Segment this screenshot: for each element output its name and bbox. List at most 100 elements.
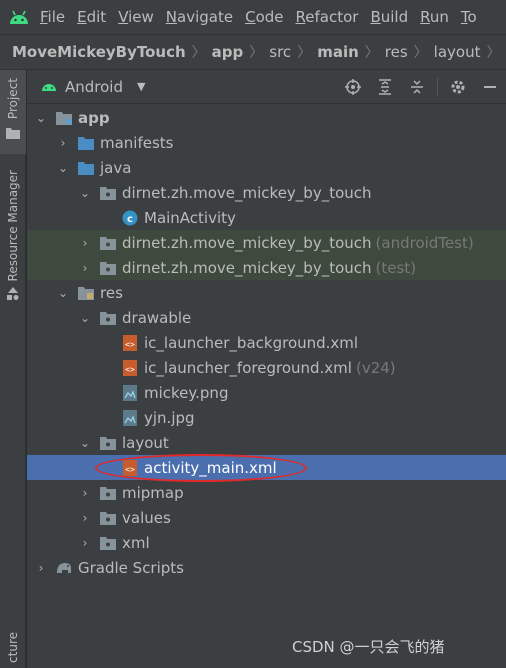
breadcrumb-layout[interactable]: layout — [434, 43, 481, 61]
tree-node-ic-launcher-background[interactable]: <> ic_launcher_background.xml — [27, 330, 506, 355]
menu-code[interactable]: Code — [239, 8, 289, 26]
tree-label: yjn.jpg — [144, 408, 195, 427]
panel-toolbar — [337, 70, 506, 104]
chevron-right-icon[interactable]: › — [77, 486, 93, 500]
resource-manager-tool-tab[interactable]: Resource Manager — [0, 170, 26, 310]
tree-label: xml — [122, 533, 150, 552]
xml-file-icon: <> — [121, 359, 139, 377]
menu-tools[interactable]: To — [455, 8, 483, 26]
tree-label: mickey.png — [144, 383, 229, 402]
android-view-icon — [41, 78, 57, 96]
project-tool-tab[interactable]: Project — [0, 70, 26, 154]
breadcrumb-res[interactable]: res — [385, 43, 408, 61]
tree-suffix: (androidTest) — [375, 233, 474, 252]
android-logo-icon — [4, 0, 34, 34]
minimize-icon[interactable] — [474, 70, 506, 104]
tree-node-main-activity[interactable]: c MainActivity — [27, 205, 506, 230]
chevron-down-icon[interactable]: ⌄ — [33, 111, 49, 125]
tree-suffix: (v24) — [355, 358, 396, 377]
tree-label: layout — [122, 433, 169, 452]
folder-icon — [99, 309, 117, 327]
breadcrumb-src[interactable]: src — [269, 43, 291, 61]
tree-node-values[interactable]: › values — [27, 505, 506, 530]
menu-bar: File Edit View Navigate Code Refactor Bu… — [0, 0, 506, 34]
view-mode-label: Android — [65, 77, 123, 96]
chevron-right-icon[interactable]: › — [77, 536, 93, 550]
menu-run[interactable]: Run — [414, 8, 455, 26]
menu-file[interactable]: File — [34, 8, 71, 26]
tree-node-java[interactable]: ⌄ java — [27, 155, 506, 180]
tree-label: dirnet.zh.move_mickey_by_touch — [122, 258, 372, 277]
chevron-right-icon[interactable]: › — [55, 136, 71, 150]
structure-tool-tab[interactable]: cture — [0, 632, 26, 668]
menu-build[interactable]: Build — [364, 8, 414, 26]
tree-node-xml[interactable]: › xml — [27, 530, 506, 555]
project-panel-header: Android ▼ — [27, 70, 506, 104]
menu-navigate[interactable]: Navigate — [160, 8, 239, 26]
chevron-right-icon[interactable]: › — [77, 511, 93, 525]
tree-label: manifests — [100, 133, 174, 152]
chevron-right-icon: 〉 — [486, 45, 501, 61]
tree-node-package-android-test[interactable]: › dirnet.zh.move_mickey_by_touch (androi… — [27, 230, 506, 255]
module-folder-icon — [55, 109, 73, 127]
chevron-right-icon: 〉 — [297, 45, 312, 61]
annotation-ellipse — [95, 454, 307, 482]
expand-all-icon[interactable] — [369, 70, 401, 104]
svg-text:<>: <> — [125, 365, 135, 374]
tree-label: java — [100, 158, 132, 177]
package-icon — [99, 259, 117, 277]
tree-node-res[interactable]: ⌄ res — [27, 280, 506, 305]
chevron-down-icon[interactable]: ⌄ — [55, 286, 71, 300]
tree-node-app[interactable]: ⌄ app — [27, 105, 506, 130]
breadcrumb-project[interactable]: MoveMickeyByTouch — [12, 43, 186, 61]
tree-label: dirnet.zh.move_mickey_by_touch — [122, 183, 372, 202]
chevron-right-icon[interactable]: › — [33, 561, 49, 575]
java-class-icon: c — [121, 209, 139, 227]
menu-refactor[interactable]: Refactor — [290, 8, 365, 26]
package-icon — [99, 234, 117, 252]
chevron-down-icon[interactable]: ⌄ — [77, 436, 93, 450]
structure-tab-label: cture — [6, 632, 20, 663]
tree-node-layout[interactable]: ⌄ layout — [27, 430, 506, 455]
chevron-down-icon[interactable]: ⌄ — [55, 161, 71, 175]
chevron-right-icon[interactable]: › — [77, 236, 93, 250]
folder-icon — [77, 134, 95, 152]
collapse-all-icon[interactable] — [401, 70, 433, 104]
tree-label: mipmap — [122, 483, 184, 502]
breadcrumb-main[interactable]: main — [317, 43, 359, 61]
left-tool-strip: Project Resource Manager cture — [0, 70, 26, 668]
tree-label: ic_launcher_foreground.xml — [144, 358, 352, 377]
watermark: CSDN @一只会飞的猪 — [292, 638, 445, 656]
shapes-icon — [6, 287, 20, 305]
tree-node-manifests[interactable]: › manifests — [27, 130, 506, 155]
tree-node-yjn[interactable]: yjn.jpg — [27, 405, 506, 430]
tree-node-mickey[interactable]: mickey.png — [27, 380, 506, 405]
tree-node-mipmap[interactable]: › mipmap — [27, 480, 506, 505]
tree-node-ic-launcher-foreground[interactable]: <> ic_launcher_foreground.xml (v24) — [27, 355, 506, 380]
folder-icon — [99, 484, 117, 502]
folder-icon — [99, 509, 117, 527]
project-tab-label: Project — [6, 78, 20, 120]
chevron-down-icon[interactable]: ⌄ — [77, 311, 93, 325]
folder-icon — [99, 534, 117, 552]
settings-icon[interactable] — [442, 70, 474, 104]
chevron-right-icon[interactable]: › — [77, 261, 93, 275]
locate-icon[interactable] — [337, 70, 369, 104]
view-mode-dropdown[interactable]: Android ▼ — [41, 78, 145, 96]
folder-icon — [6, 125, 20, 143]
resource-folder-icon — [77, 284, 95, 302]
tree-node-gradle-scripts[interactable]: › Gradle Scripts — [27, 555, 506, 580]
tree-node-package-test[interactable]: › dirnet.zh.move_mickey_by_touch (test) — [27, 255, 506, 280]
image-file-icon — [121, 409, 139, 427]
tree-label: values — [122, 508, 171, 527]
breadcrumb-app[interactable]: app — [212, 43, 244, 61]
dropdown-arrow-icon: ▼ — [137, 80, 146, 93]
chevron-down-icon[interactable]: ⌄ — [77, 186, 93, 200]
project-tree: ⌄ app › manifests ⌄ java ⌄ dirnet.zh.mov… — [27, 104, 506, 668]
tree-node-drawable[interactable]: ⌄ drawable — [27, 305, 506, 330]
tree-suffix: (test) — [375, 258, 417, 277]
menu-view[interactable]: View — [112, 8, 160, 26]
menu-edit[interactable]: Edit — [71, 8, 112, 26]
tree-node-package-main[interactable]: ⌄ dirnet.zh.move_mickey_by_touch — [27, 180, 506, 205]
tree-label: ic_launcher_background.xml — [144, 333, 359, 352]
